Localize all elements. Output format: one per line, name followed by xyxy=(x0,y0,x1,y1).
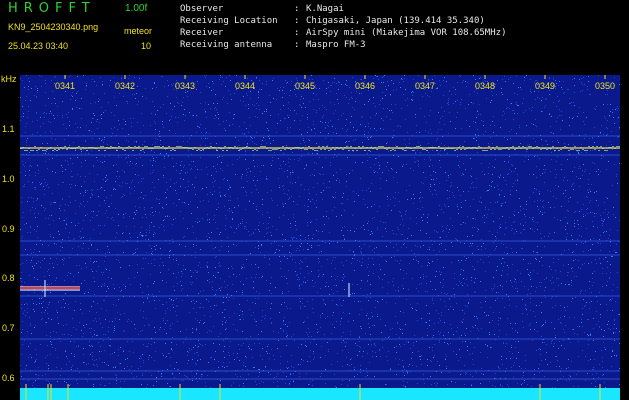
bottom-band xyxy=(20,388,620,400)
spectrogram-background xyxy=(20,75,620,400)
meteor-count: 10 xyxy=(141,41,152,51)
info-value: K.Nagai xyxy=(306,4,344,14)
y-tick-label: 1.1 xyxy=(2,124,15,134)
info-label: Receiver xyxy=(180,28,224,38)
info-value: Chigasaki, Japan (139.414 35.340) xyxy=(306,16,485,26)
x-tick-label: 0342 xyxy=(115,81,136,91)
x-tick-label: 0344 xyxy=(235,81,256,91)
info-separator: : xyxy=(294,16,300,26)
spectrogram-canvas xyxy=(20,75,620,400)
y-unit-label: kHz xyxy=(1,74,17,84)
info-label: Receiving antenna xyxy=(180,40,273,50)
app-title: HROFFT xyxy=(8,1,96,16)
info-label: Receiving Location xyxy=(180,16,278,26)
timestamp: 25.04.23 03:40 xyxy=(8,41,69,51)
x-tick-label: 0350 xyxy=(595,81,616,91)
file-name: KN9_2504230340.png xyxy=(8,22,99,32)
y-tick-label: 1.0 xyxy=(2,174,15,184)
y-tick-label: 0.7 xyxy=(2,323,15,333)
spectrogram-plot xyxy=(20,75,620,400)
x-tick-label: 0349 xyxy=(535,81,556,91)
header-panel: HROFFT 1.00f KN9_2504230340.png meteor 2… xyxy=(0,0,629,74)
x-tick-label: 0346 xyxy=(355,81,376,91)
y-tick-label: 0.6 xyxy=(2,373,15,383)
x-tick-label: 0345 xyxy=(295,81,316,91)
y-tick-label: 0.9 xyxy=(2,224,15,234)
info-separator: : xyxy=(294,28,300,38)
info-separator: : xyxy=(294,4,300,14)
info-value: Maspro FM-3 xyxy=(306,40,366,50)
y-tick-label: 0.8 xyxy=(2,273,15,283)
x-tick-label: 0348 xyxy=(475,81,496,91)
x-tick-label: 0347 xyxy=(415,81,436,91)
right-margin xyxy=(620,75,629,400)
version-label: 1.00f xyxy=(125,3,148,14)
info-value: AirSpy mini (Miakejima VOR 108.65MHz) xyxy=(306,28,507,38)
info-label: Observer xyxy=(180,4,224,14)
x-tick-label: 0343 xyxy=(175,81,196,91)
x-tick-label: 0341 xyxy=(55,81,76,91)
meteor-label: meteor xyxy=(124,26,153,36)
info-separator: : xyxy=(294,40,300,50)
